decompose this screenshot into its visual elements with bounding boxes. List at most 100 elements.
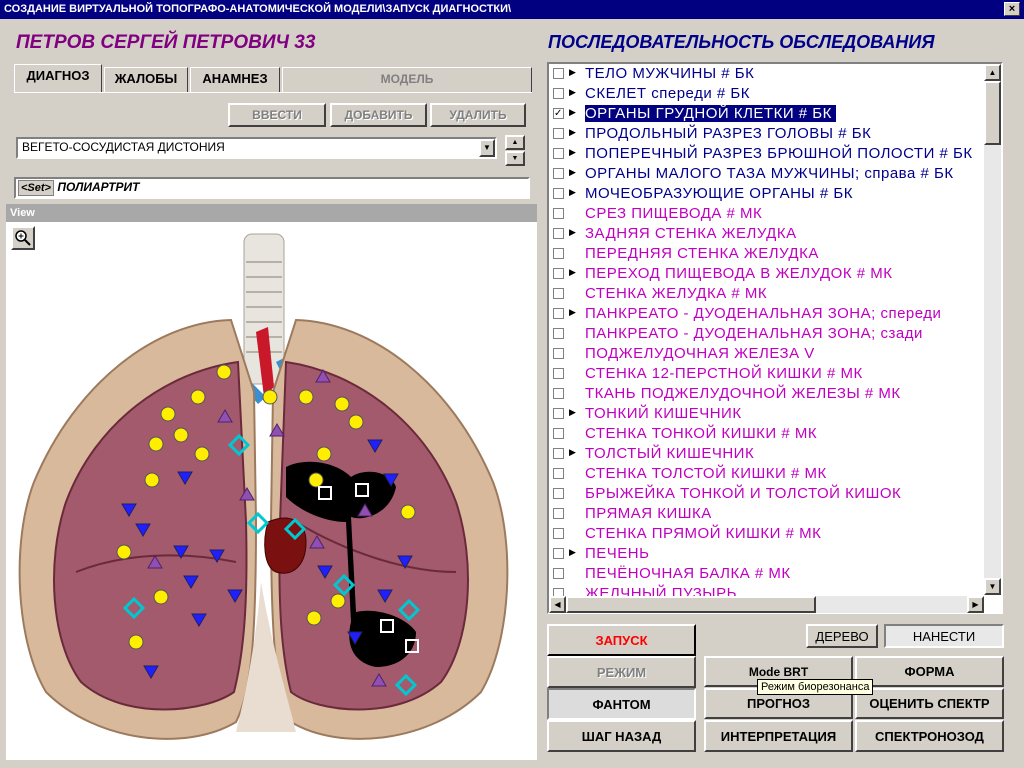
tab-diagnosis[interactable]: ДИАГНОЗ (14, 64, 102, 93)
checkbox[interactable] (553, 568, 564, 579)
checkbox[interactable] (553, 528, 564, 539)
form-button[interactable]: ФОРМА (855, 656, 1004, 687)
list-item[interactable]: ▶ ПЕРЕХОД ПИЩЕВОДА В ЖЕЛУДОК # МК (549, 264, 989, 283)
list-item[interactable]: БРЫЖЕЙКА ТОНКОЙ И ТОЛСТОЙ КИШОК (549, 484, 989, 503)
list-item[interactable]: СТЕНКА ЖЕЛУДКА # МК (549, 284, 989, 303)
list-item-label: БРЫЖЕЙКА ТОНКОЙ И ТОЛСТОЙ КИШОК (585, 485, 902, 502)
checkbox[interactable] (553, 188, 564, 199)
anatomy-view[interactable]: View (6, 204, 537, 760)
enter-button[interactable]: ВВЕСТИ (228, 103, 326, 127)
tab-anamnesis[interactable]: АНАМНЕЗ (190, 67, 280, 93)
scroll-down-icon[interactable]: ▼ (984, 578, 1001, 595)
tab-complaints[interactable]: ЖАЛОБЫ (104, 67, 188, 93)
list-item[interactable]: ▶ ТОНКИЙ КИШЕЧНИК (549, 404, 989, 423)
scroll-right-icon[interactable]: ▶ (967, 596, 984, 613)
spin-up-icon[interactable]: ▲ (505, 135, 525, 150)
scroll-up-icon[interactable]: ▲ (984, 64, 1001, 81)
checkbox[interactable] (553, 128, 564, 139)
list-item[interactable]: ▶ ЗАДНЯЯ СТЕНКА ЖЕЛУДКА (549, 224, 989, 243)
checkbox[interactable] (553, 228, 564, 239)
checkbox[interactable] (553, 208, 564, 219)
checkbox[interactable]: ✓ (553, 108, 564, 119)
expand-arrow-icon[interactable]: ▶ (569, 547, 576, 558)
list-item[interactable]: ▶ ОРГАНЫ МАЛОГО ТАЗА МУЖЧИНЫ; справа # БК (549, 164, 989, 183)
expand-arrow-icon[interactable]: ▶ (569, 267, 576, 278)
expand-arrow-icon[interactable]: ▶ (569, 67, 576, 78)
launch-button[interactable]: ЗАПУСК (547, 624, 696, 656)
checkbox[interactable] (553, 288, 564, 299)
list-item[interactable]: ▶ ПРОДОЛЬНЫЙ РАЗРЕЗ ГОЛОВЫ # БК (549, 124, 989, 143)
list-item[interactable]: ПАНКРЕАТО - ДУОДЕНАЛЬНАЯ ЗОНА; сзади (549, 324, 989, 343)
checkbox[interactable] (553, 468, 564, 479)
checkbox[interactable] (553, 348, 564, 359)
list-item[interactable]: ПЕЧЁНОЧНАЯ БАЛКА # МК (549, 564, 989, 583)
list-item[interactable]: ▶ СКЕЛЕТ спереди # БК (549, 84, 989, 103)
expand-arrow-icon[interactable]: ▶ (569, 87, 576, 98)
apply-button[interactable]: НАНЕСТИ (884, 624, 1004, 648)
step-back-button[interactable]: ШАГ НАЗАД (547, 720, 696, 752)
spectronosode-button[interactable]: СПЕКТРОНОЗОД (855, 720, 1004, 752)
list-item[interactable]: ПРЯМАЯ КИШКА (549, 504, 989, 523)
checkbox[interactable] (553, 268, 564, 279)
checkbox[interactable] (553, 388, 564, 399)
mode-button[interactable]: РЕЖИМ (547, 656, 696, 688)
phantom-button[interactable]: ФАНТОМ (547, 688, 696, 720)
evaluate-spectrum-button[interactable]: ОЦЕНИТЬ СПЕКТР (855, 688, 1004, 719)
expand-arrow-icon[interactable]: ▶ (569, 107, 576, 118)
list-item[interactable]: ▶ ПЕЧЕНЬ (549, 544, 989, 563)
expand-arrow-icon[interactable]: ▶ (569, 407, 576, 418)
checkbox[interactable] (553, 248, 564, 259)
checkbox[interactable] (553, 408, 564, 419)
expand-arrow-icon[interactable]: ▶ (569, 307, 576, 318)
delete-button[interactable]: УДАЛИТЬ (430, 103, 526, 127)
checkbox[interactable] (553, 308, 564, 319)
list-item[interactable]: СТЕНКА 12-ПЕРСТНОЙ КИШКИ # МК (549, 364, 989, 383)
list-item[interactable]: ТКАНЬ ПОДЖЕЛУДОЧНОЙ ЖЕЛЕЗЫ # МК (549, 384, 989, 403)
scroll-thumb[interactable] (984, 81, 1001, 145)
checkbox[interactable] (553, 328, 564, 339)
expand-arrow-icon[interactable]: ▶ (569, 187, 576, 198)
list-item[interactable]: СТЕНКА ТОЛСТОЙ КИШКИ # МК (549, 464, 989, 483)
spin-down-icon[interactable]: ▼ (505, 151, 525, 166)
list-item[interactable]: ▶ ТЕЛО МУЖЧИНЫ # БК (549, 64, 989, 83)
list-item[interactable]: СТЕНКА ТОНКОЙ КИШКИ # МК (549, 424, 989, 443)
list-item[interactable]: ▶ ТОЛСТЫЙ КИШЕЧНИК (549, 444, 989, 463)
vertical-scrollbar[interactable]: ▲ ▼ (984, 64, 1001, 595)
checkbox[interactable] (553, 88, 564, 99)
checkbox[interactable] (553, 508, 564, 519)
list-item[interactable]: ▶ ПОПЕРЕЧНЫЙ РАЗРЕЗ БРЮШНОЙ ПОЛОСТИ # БК (549, 144, 989, 163)
list-item[interactable]: ▶ МОЧЕОБРАЗУЮЩИЕ ОРГАНЫ # БК (549, 184, 989, 203)
expand-arrow-icon[interactable]: ▶ (569, 447, 576, 458)
checkbox[interactable] (553, 168, 564, 179)
interpretation-button[interactable]: ИНТЕРПРЕТАЦИЯ (704, 720, 853, 752)
scroll-left-icon[interactable]: ◀ (549, 596, 566, 613)
expand-arrow-icon[interactable]: ▶ (569, 227, 576, 238)
close-button[interactable]: × (1004, 2, 1020, 16)
horizontal-scrollbar[interactable]: ◀ ▶ (549, 596, 984, 613)
expand-arrow-icon[interactable]: ▶ (569, 127, 576, 138)
expand-arrow-icon[interactable]: ▶ (569, 167, 576, 178)
checkbox[interactable] (553, 548, 564, 559)
sequence-list[interactable]: ▶ ТЕЛО МУЖЧИНЫ # БК ▶ СКЕЛЕТ спереди # БК ✓ ▶… (547, 62, 1003, 614)
hscroll-thumb[interactable] (566, 596, 816, 613)
checkbox[interactable] (553, 448, 564, 459)
tab-model[interactable]: МОДЕЛЬ (282, 67, 532, 93)
set-tag: <Set> (18, 180, 54, 196)
list-item[interactable]: ✓ ▶ ОРГАНЫ ГРУДНОЙ КЛЕТКИ # БК (549, 104, 989, 123)
add-button[interactable]: ДОБАВИТЬ (330, 103, 427, 127)
expand-arrow-icon[interactable]: ▶ (569, 147, 576, 158)
checkbox[interactable] (553, 368, 564, 379)
checkbox[interactable] (553, 488, 564, 499)
checkbox[interactable] (553, 428, 564, 439)
dropdown-arrow-icon[interactable]: ▼ (479, 139, 495, 157)
list-item[interactable]: ПОДЖЕЛУДОЧНАЯ ЖЕЛЕЗА V (549, 344, 989, 363)
list-item[interactable]: СТЕНКА ПРЯМОЙ КИШКИ # МК (549, 524, 989, 543)
list-item[interactable]: СРЕЗ ПИЩЕВОДА # МК (549, 204, 989, 223)
list-item[interactable]: ▶ ПАНКРЕАТО - ДУОДЕНАЛЬНАЯ ЗОНА; спереди (549, 304, 989, 323)
checkbox[interactable] (553, 148, 564, 159)
diagnosis-combobox[interactable]: ВЕГЕТО-СОСУДИСТАЯ ДИСТОНИЯ ▼ (16, 137, 497, 159)
set-field[interactable]: <Set> ПОЛИАРТРИТ (14, 177, 530, 199)
checkbox[interactable] (553, 68, 564, 79)
list-item[interactable]: ПЕРЕДНЯЯ СТЕНКА ЖЕЛУДКА (549, 244, 989, 263)
tree-button[interactable]: ДЕРЕВО (806, 624, 878, 648)
